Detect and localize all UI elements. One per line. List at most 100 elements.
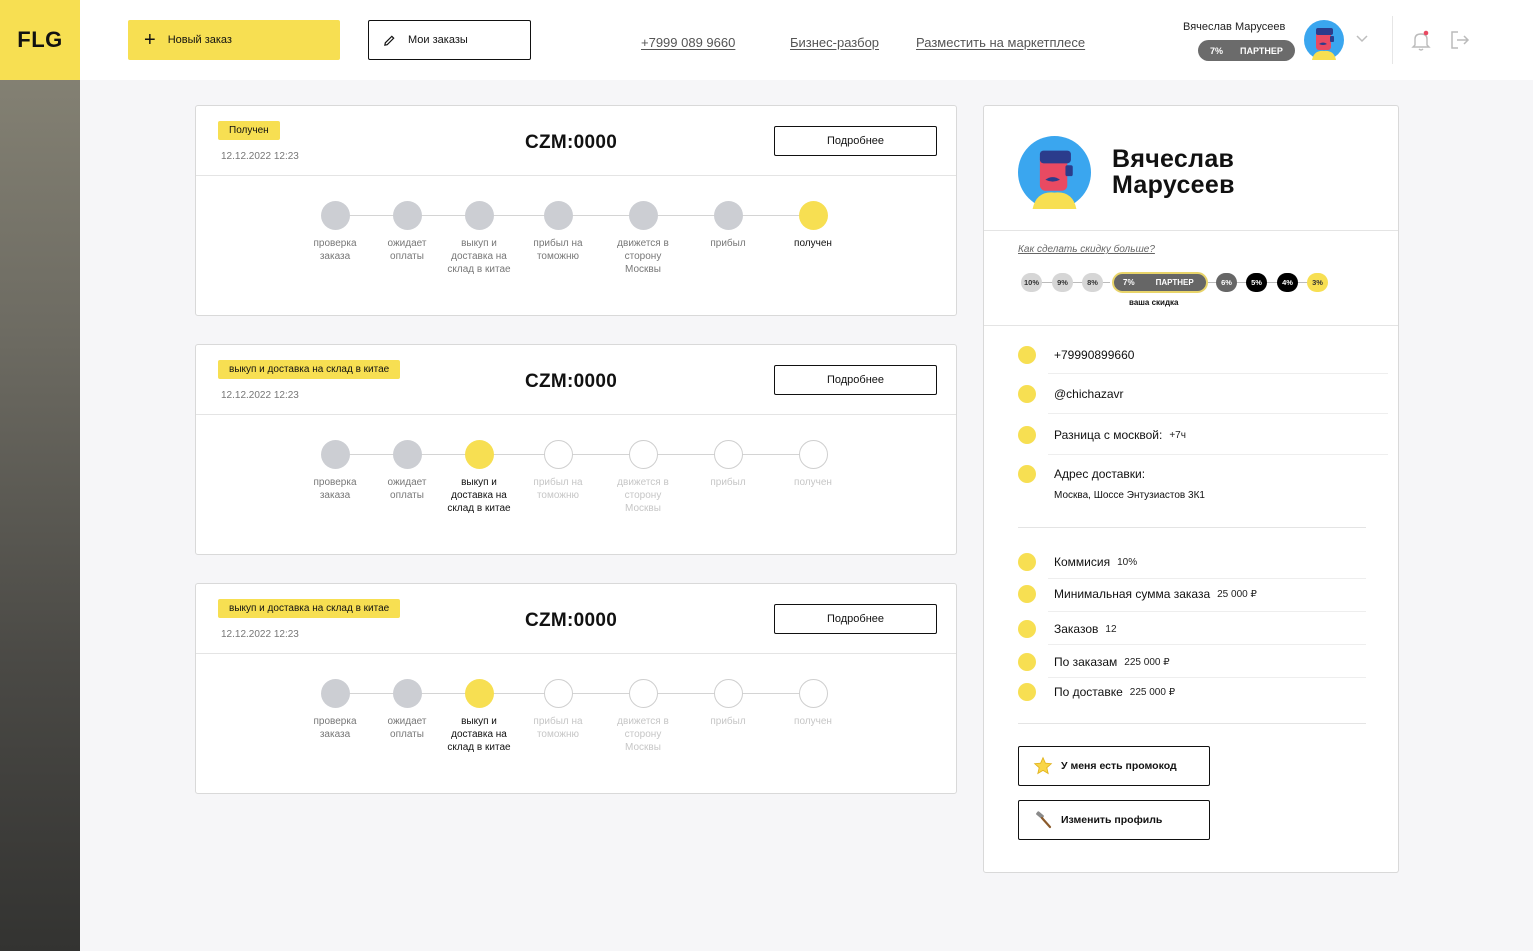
orders-count-label: Заказов: [1054, 622, 1099, 636]
order-date: 12.12.2022 12:23: [221, 390, 299, 401]
step-dot-icon: [392, 679, 422, 708]
progress-step: проверка заказа: [300, 679, 370, 741]
profile-name: Вячеслав Марусеев: [1112, 146, 1235, 198]
discount-level: 9%: [1052, 273, 1073, 292]
bullet-icon: [1018, 553, 1036, 571]
new-order-label: Новый заказ: [167, 34, 232, 46]
progress-step: прибыл на томожню: [523, 440, 593, 502]
step-label: прибыл: [710, 238, 746, 249]
address-row: Адрес доставки:: [1018, 465, 1145, 483]
address-label: Адрес доставки:: [1054, 467, 1146, 481]
step-label: выкуп и доставка на склад в китае: [447, 477, 511, 514]
left-sidebar: [0, 0, 80, 951]
step-label: прибыл: [710, 477, 746, 488]
discount-help-link[interactable]: Как сделать скидку больше?: [1018, 244, 1155, 255]
star-icon: [1033, 756, 1053, 775]
bullet-icon: [1018, 683, 1036, 701]
step-label: выкуп и доставка на склад в китае: [447, 238, 511, 275]
edit-profile-button[interactable]: Изменить профиль: [1018, 800, 1210, 840]
my-orders-button[interactable]: Мои заказы: [368, 20, 531, 60]
order-progress: проверка заказа ожидает оплаты выкуп и дос…: [196, 440, 956, 540]
partner-badge-label: ПАРТНЕР: [1240, 45, 1283, 56]
by-delivery-value: 225 000 ₽: [1129, 686, 1176, 698]
step-dot-icon: [320, 201, 350, 230]
divider: [984, 325, 1398, 326]
step-label: получен: [794, 477, 832, 488]
header-user-name: Вячеслав Марусеев: [1183, 21, 1286, 33]
partner-badge: 7% ПАРТНЕР: [1198, 40, 1295, 61]
details-button[interactable]: Подробнее: [774, 126, 937, 156]
divider: [1018, 527, 1366, 528]
nick-value: @chichazavr: [1054, 387, 1124, 401]
progress-step: прибыл: [693, 440, 763, 489]
step-dot-icon: [543, 440, 573, 469]
bell-icon[interactable]: [1411, 30, 1431, 52]
progress-step: проверка заказа: [300, 201, 370, 263]
commission-row: Коммисия 10%: [1018, 553, 1137, 571]
step-label: движется в сторону Москвы: [617, 716, 669, 753]
address-value: Москва, Шоссе Энтузиастов 3К1: [1054, 490, 1205, 501]
orders-count-row: Заказов 12: [1018, 620, 1117, 638]
divider: [1018, 723, 1366, 724]
orders-count-value: 12: [1105, 623, 1117, 635]
commission-value: 10%: [1117, 556, 1138, 568]
step-label: ожидает оплаты: [387, 716, 427, 740]
progress-step: прибыл: [693, 201, 763, 250]
progress-step: прибыл: [693, 679, 763, 728]
plus-icon: +: [144, 29, 156, 51]
order-number: CZM:0000: [525, 132, 618, 153]
step-label: проверка заказа: [313, 716, 357, 740]
profile-avatar: [1018, 136, 1091, 209]
order-number: CZM:0000: [525, 371, 618, 392]
commission-label: Коммисия: [1054, 555, 1111, 569]
profile-last-name: Марусеев: [1112, 171, 1235, 199]
pencil-icon: [384, 34, 395, 46]
logo[interactable]: FLG: [0, 0, 80, 80]
contact-nick: @chichazavr: [1018, 385, 1124, 403]
order-card: выкуп и доставка на склад в китае 12.12.…: [195, 344, 957, 555]
step-label: прибыл на томожню: [533, 716, 583, 740]
progress-step: движется в сторону Москвы: [608, 201, 678, 276]
header-divider: [1392, 16, 1393, 64]
marketplace-link[interactable]: Разместить на маркетплесе: [916, 35, 1085, 50]
my-orders-label: Мои заказы: [408, 34, 468, 46]
phone-link[interactable]: +7999 089 9660: [641, 35, 735, 50]
status-badge: выкуп и доставка на склад в китае: [218, 360, 401, 379]
progress-step: ожидает оплаты: [372, 440, 442, 502]
edit-profile-label: Изменить профиль: [1061, 814, 1163, 826]
details-button[interactable]: Подробнее: [774, 604, 937, 634]
timezone-value: +7ч: [1169, 429, 1186, 441]
progress-step: получен: [778, 201, 848, 250]
step-label: выкуп и доставка на склад в китае: [447, 716, 511, 753]
details-button[interactable]: Подробнее: [774, 365, 937, 395]
step-label: ожидает оплаты: [387, 238, 427, 262]
avatar[interactable]: [1304, 20, 1344, 60]
step-dot-icon: [798, 440, 828, 469]
step-dot-icon: [392, 201, 422, 230]
bullet-icon: [1018, 426, 1036, 444]
step-dot-icon: [392, 440, 422, 469]
by-orders-label: По заказам: [1054, 655, 1118, 669]
order-card: Получен 12.12.2022 12:23 CZM:0000 Подроб…: [195, 105, 957, 316]
step-label: прибыл на томожню: [533, 238, 583, 262]
card-divider: [196, 653, 956, 654]
step-dot-icon: [628, 440, 658, 469]
chevron-down-icon[interactable]: [1356, 30, 1368, 46]
discount-level: 5%: [1246, 273, 1267, 292]
bullet-icon: [1018, 653, 1036, 671]
step-dot-icon: [798, 201, 828, 230]
bullet-icon: [1018, 465, 1036, 483]
progress-step: проверка заказа: [300, 440, 370, 502]
order-date: 12.12.2022 12:23: [221, 151, 299, 162]
step-dot-icon: [464, 440, 494, 469]
new-order-button[interactable]: + Новый заказ: [128, 20, 340, 60]
divider: [984, 230, 1398, 231]
promo-code-button[interactable]: У меня есть промокод: [1018, 746, 1210, 786]
business-link[interactable]: Бизнес-разбор: [790, 35, 879, 50]
timezone-label: Разница с москвой:: [1054, 428, 1163, 442]
status-badge: выкуп и доставка на склад в китае: [218, 599, 401, 618]
logout-icon[interactable]: [1450, 30, 1470, 50]
step-dot-icon: [628, 201, 658, 230]
bullet-icon: [1018, 585, 1036, 603]
progress-step: прибыл на томожню: [523, 679, 593, 741]
